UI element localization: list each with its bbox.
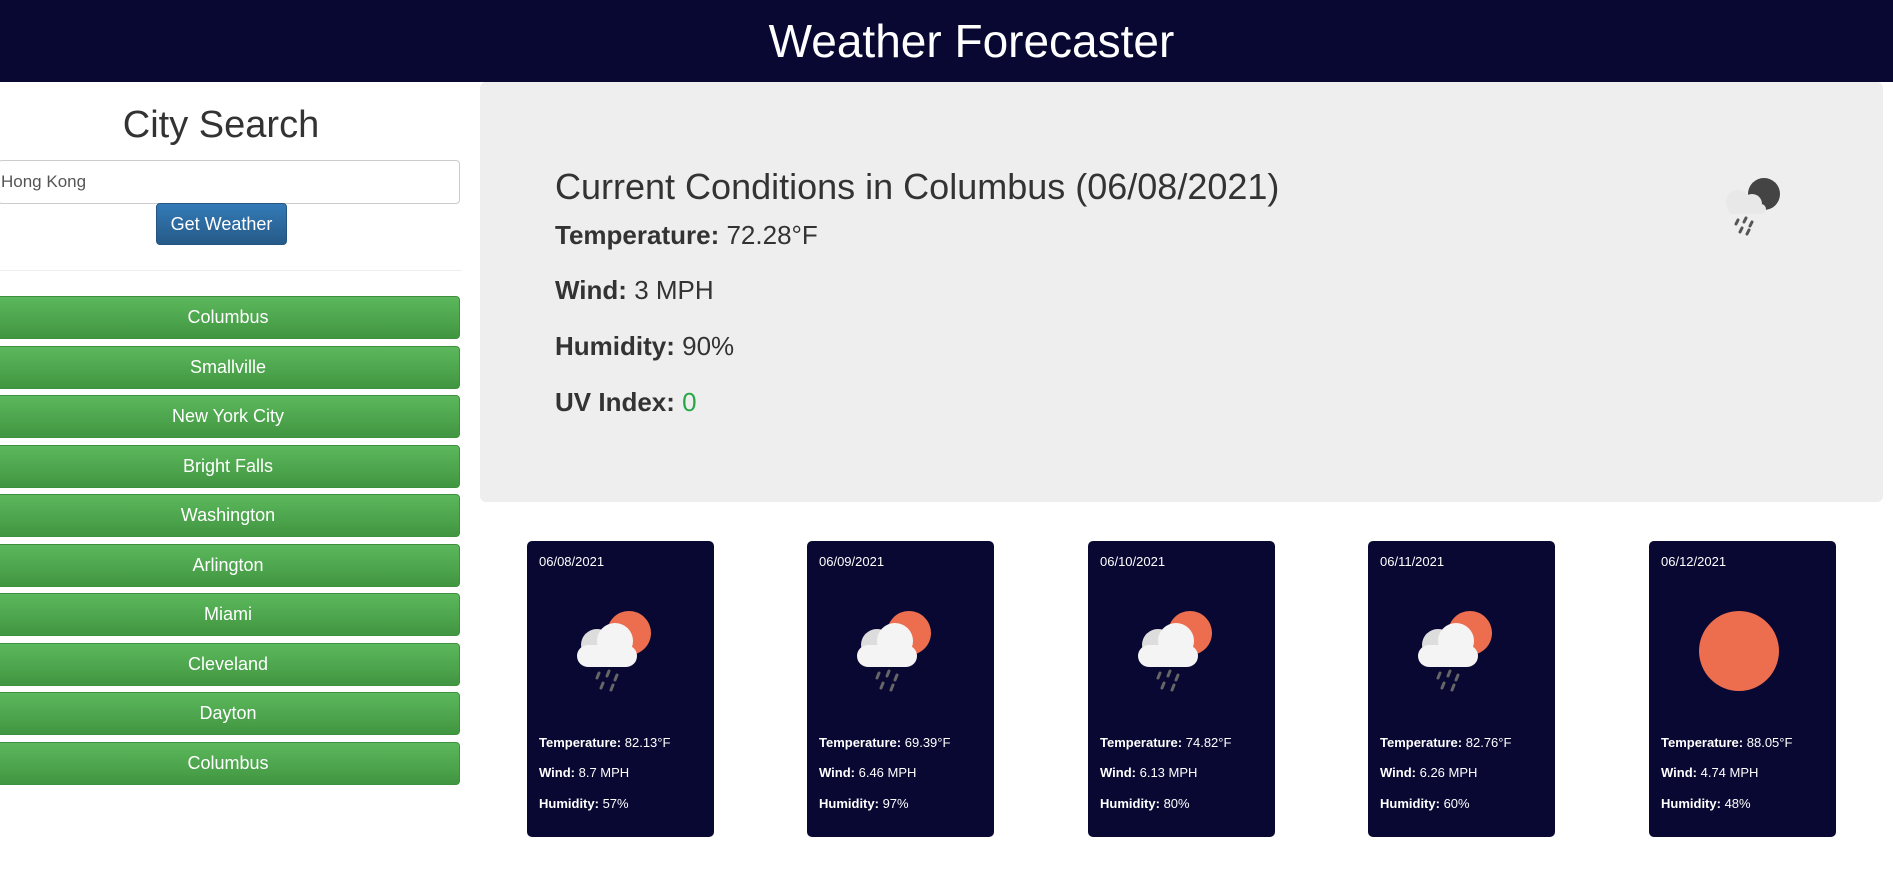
wind-label: Wind: xyxy=(1100,765,1136,780)
history-item[interactable]: Columbus xyxy=(0,296,460,339)
temperature-value: 88.05°F xyxy=(1746,735,1793,750)
sun-cloud-rain-icon xyxy=(1138,611,1212,692)
forecast-temperature: Temperature: 69.39°F xyxy=(819,735,950,750)
humidity-label: Humidity: xyxy=(1380,796,1440,811)
forecast-wind: Wind: 6.26 MPH xyxy=(1380,765,1477,780)
humidity-value: 57% xyxy=(602,796,629,811)
forecast-temperature: Temperature: 82.76°F xyxy=(1380,735,1511,750)
temperature-value: 74.82°F xyxy=(1185,735,1232,750)
sun-cloud-rain-icon xyxy=(577,611,651,692)
forecast-humidity: Humidity: 57% xyxy=(539,796,629,811)
temperature-value: 82.76°F xyxy=(1465,735,1512,750)
divider xyxy=(0,270,462,271)
wind-label: Wind: xyxy=(539,765,575,780)
app-header: Weather Forecaster xyxy=(0,0,1893,82)
forecast-card: 06/10/2021 Temperature: 74.82°F Wind: 6.… xyxy=(1088,541,1275,837)
forecast-wind: Wind: 6.13 MPH xyxy=(1100,765,1197,780)
humidity-label: Humidity: xyxy=(1100,796,1160,811)
current-uv-index: UV Index: 0 xyxy=(555,387,697,418)
temperature-value: 69.39°F xyxy=(904,735,951,750)
temperature-label: Temperature: xyxy=(1661,735,1744,750)
forecast-wind: Wind: 4.74 MPH xyxy=(1661,765,1758,780)
forecast-date: 06/08/2021 xyxy=(539,554,605,569)
temperature-label: Temperature: xyxy=(819,735,902,750)
forecast-card: 06/12/2021 Temperature: 88.05°F Wind: 4.… xyxy=(1649,541,1836,837)
forecast-temperature: Temperature: 74.82°F xyxy=(1100,735,1231,750)
forecast-humidity: Humidity: 60% xyxy=(1380,796,1470,811)
wind-value: 6.26 MPH xyxy=(1419,765,1478,780)
forecast-card: 06/08/2021 Temperature: 82.13°F Wind: 8.… xyxy=(527,541,714,837)
forecast-wind: Wind: 6.46 MPH xyxy=(819,765,916,780)
current-conditions-panel: Current Conditions in Columbus (06/08/20… xyxy=(480,82,1883,502)
city-search-input[interactable] xyxy=(0,160,460,204)
sidebar: City Search Get Weather Columbus Smallvi… xyxy=(0,82,462,885)
forecast-card: 06/09/2021 Temperature: 69.39°F Wind: 6.… xyxy=(807,541,994,837)
wind-label: Wind: xyxy=(555,275,627,305)
current-conditions-title: Current Conditions in Columbus (06/08/20… xyxy=(555,166,1280,207)
humidity-value: 97% xyxy=(882,796,909,811)
uv-value: 0 xyxy=(682,387,697,417)
forecast-date: 06/12/2021 xyxy=(1661,554,1727,569)
forecast-date: 06/09/2021 xyxy=(819,554,885,569)
sun-cloud-rain-icon xyxy=(857,611,931,692)
forecast-temperature: Temperature: 82.13°F xyxy=(539,735,670,750)
wind-label: Wind: xyxy=(1380,765,1416,780)
forecast-date: 06/11/2021 xyxy=(1380,554,1445,569)
history-item[interactable]: Washington xyxy=(0,494,460,537)
wind-label: Wind: xyxy=(1661,765,1697,780)
humidity-label: Humidity: xyxy=(1661,796,1721,811)
wind-label: Wind: xyxy=(819,765,855,780)
history-item[interactable]: Columbus xyxy=(0,741,460,785)
forecast-date: 06/10/2021 xyxy=(1100,554,1166,569)
history-item[interactable]: Dayton xyxy=(0,692,460,735)
city-search-title: City Search xyxy=(122,104,320,146)
uv-label: UV Index: xyxy=(555,387,675,417)
current-humidity: Humidity: 90% xyxy=(555,331,734,362)
history-item[interactable]: Arlington xyxy=(0,543,460,587)
forecast-card: 06/11/2021 Temperature: 82.76°F Wind: 6.… xyxy=(1368,541,1555,837)
forecast-humidity: Humidity: 97% xyxy=(819,796,909,811)
app-title: Weather Forecaster xyxy=(768,15,1175,67)
humidity-value: 90% xyxy=(682,331,735,361)
temperature-label: Temperature: xyxy=(555,220,720,250)
night-rain-icon xyxy=(1726,178,1780,236)
temperature-value: 72.28°F xyxy=(726,220,818,250)
humidity-label: Humidity: xyxy=(819,796,879,811)
current-temperature: Temperature: 72.28°F xyxy=(555,220,818,251)
temperature-value: 82.13°F xyxy=(624,735,671,750)
history-item[interactable]: Cleveland xyxy=(0,642,460,686)
sun-icon xyxy=(1699,611,1779,691)
wind-value: 3 MPH xyxy=(634,275,714,305)
temperature-label: Temperature: xyxy=(1100,735,1183,750)
humidity-label: Humidity: xyxy=(539,796,599,811)
history-item[interactable]: Miami xyxy=(0,593,460,636)
history-item[interactable]: Smallville xyxy=(0,345,460,389)
wind-value: 4.74 MPH xyxy=(1700,765,1759,780)
temperature-label: Temperature: xyxy=(539,735,622,750)
humidity-value: 48% xyxy=(1724,796,1751,811)
wind-value: 8.7 MPH xyxy=(578,765,630,780)
current-wind: Wind: 3 MPH xyxy=(555,275,714,306)
sun-cloud-rain-icon xyxy=(1418,611,1492,692)
get-weather-button[interactable]: Get Weather xyxy=(156,203,287,245)
wind-value: 6.46 MPH xyxy=(858,765,917,780)
humidity-label: Humidity: xyxy=(555,331,675,361)
temperature-label: Temperature: xyxy=(1380,735,1463,750)
forecast-wind: Wind: 8.7 MPH xyxy=(539,765,629,780)
search-history-list: Columbus Smallville New York City Bright… xyxy=(0,296,460,791)
history-item[interactable]: Bright Falls xyxy=(0,444,460,488)
wind-value: 6.13 MPH xyxy=(1139,765,1198,780)
history-item[interactable]: New York City xyxy=(0,395,460,438)
forecast-temperature: Temperature: 88.05°F xyxy=(1661,735,1792,750)
humidity-value: 80% xyxy=(1163,796,1190,811)
humidity-value: 60% xyxy=(1443,796,1470,811)
forecast-humidity: Humidity: 80% xyxy=(1100,796,1190,811)
forecast-humidity: Humidity: 48% xyxy=(1661,796,1751,811)
